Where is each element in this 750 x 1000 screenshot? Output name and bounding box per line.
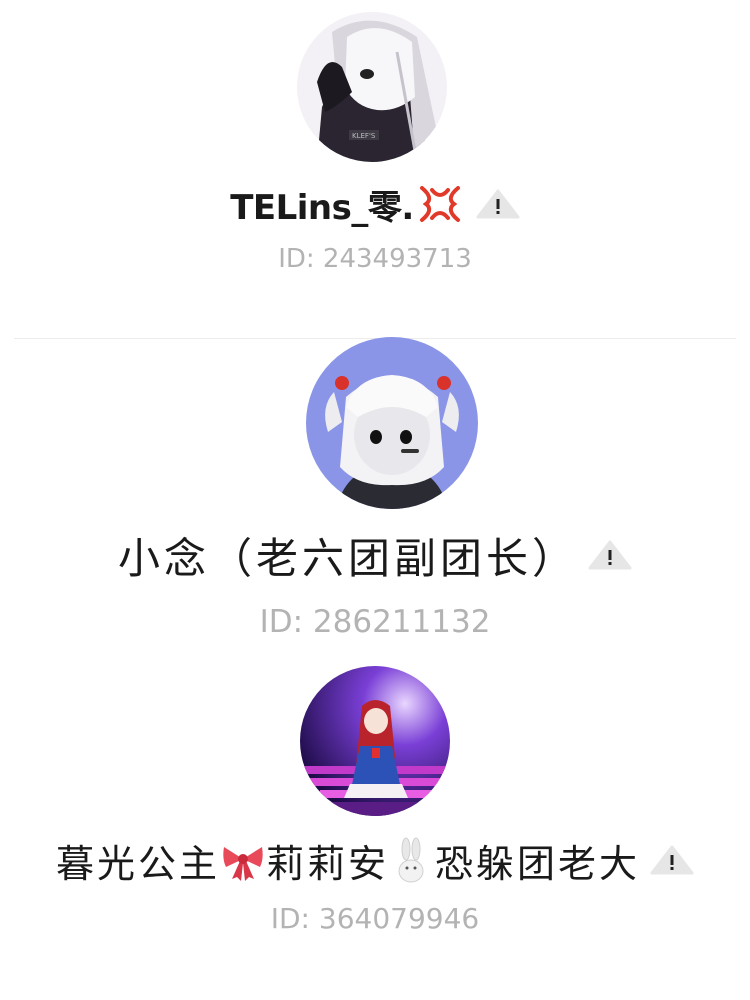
ribbon-icon <box>220 837 266 883</box>
profile-card-2[interactable]: 小念（老六团副团长） ID: 286211132 <box>0 330 750 650</box>
name-row-3: 暮光公主 莉莉安 恐躲团老大 <box>0 830 750 890</box>
id-label: ID: <box>278 244 315 274</box>
user-id-2: ID: 286211132 <box>0 604 750 640</box>
username-3-part1: 暮光公主 <box>55 841 220 886</box>
username-3-part3: 恐躲团老大 <box>435 841 641 886</box>
avatar-3-image <box>300 666 450 816</box>
id-label: ID: <box>270 902 310 935</box>
svg-text:KLEF'S: KLEF'S <box>352 132 376 140</box>
user-id-3: ID: 364079946 <box>0 902 750 935</box>
warning-icon[interactable] <box>650 845 694 875</box>
avatar-3[interactable] <box>300 666 450 816</box>
username-3-part2: 莉莉安 <box>265 841 389 886</box>
id-value: 364079946 <box>318 902 480 935</box>
rabbit-icon <box>389 837 435 883</box>
user-id-1: ID: 243493713 <box>0 244 750 274</box>
warning-icon[interactable] <box>588 540 632 570</box>
profile-card-1[interactable]: KLEF'S TELins_零. ID: 243493713 <box>0 0 750 330</box>
avatar-2-image <box>306 337 478 509</box>
name-row-2: 小念（老六团副团长） <box>0 520 750 590</box>
avatar-2[interactable] <box>306 337 478 509</box>
username-2: 小念（老六团副团长） <box>117 533 578 583</box>
id-label: ID: <box>259 604 304 640</box>
profile-card-3[interactable]: 暮光公主 莉莉安 恐躲团老大 ID: 364079946 <box>0 650 750 980</box>
username-1: TELins_零. <box>230 187 414 228</box>
name-row-1: TELins_零. <box>0 176 750 232</box>
avatar-1-image: KLEF'S <box>297 12 447 162</box>
anger-symbol-icon <box>418 184 462 224</box>
id-value: 286211132 <box>312 604 491 640</box>
id-value: 243493713 <box>322 244 472 274</box>
warning-icon[interactable] <box>476 189 520 219</box>
avatar-1[interactable]: KLEF'S <box>297 12 447 162</box>
